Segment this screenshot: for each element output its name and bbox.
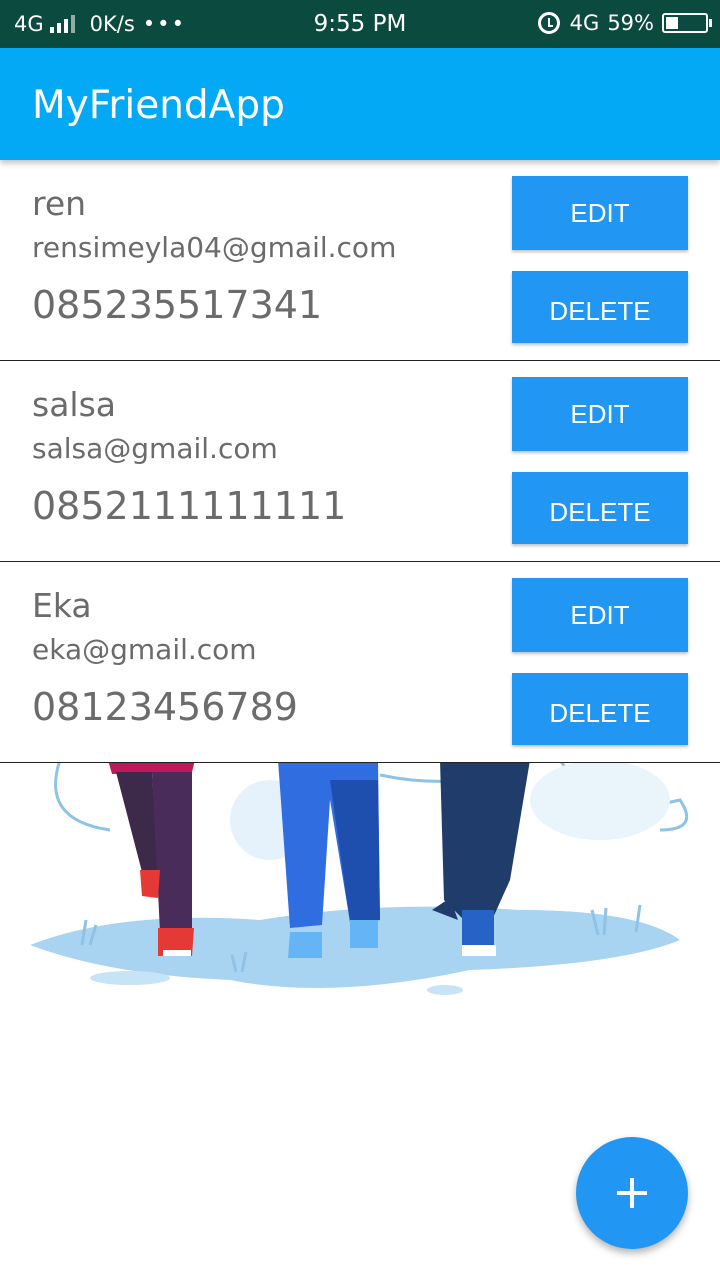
friend-row: ren rensimeyla04@gmail.com 085235517341 … <box>0 160 720 361</box>
app-bar: MyFriendApp <box>0 48 720 160</box>
friend-email: rensimeyla04@gmail.com <box>32 231 397 264</box>
friend-phone: 08123456789 <box>32 685 298 729</box>
friend-list: ren rensimeyla04@gmail.com 085235517341 … <box>0 160 720 763</box>
friends-walking-illustration <box>30 760 689 995</box>
app-title: MyFriendApp <box>32 83 285 128</box>
friend-phone: 085235517341 <box>32 283 323 327</box>
friend-email: salsa@gmail.com <box>32 432 278 465</box>
add-friend-button[interactable] <box>576 1137 688 1249</box>
friend-row: Eka eka@gmail.com 08123456789 EDIT DELET… <box>0 562 720 763</box>
delete-button[interactable]: DELETE <box>512 673 688 745</box>
edit-button[interactable]: EDIT <box>512 578 688 652</box>
friend-phone: 0852111111111 <box>32 484 347 528</box>
status-right: 4G 59% <box>537 11 712 35</box>
friend-row: salsa salsa@gmail.com 0852111111111 EDIT… <box>0 361 720 562</box>
plus-icon <box>617 1178 647 1208</box>
battery-icon <box>662 13 712 33</box>
friend-email: eka@gmail.com <box>32 633 257 666</box>
edit-button[interactable]: EDIT <box>512 176 688 250</box>
friend-name: Eka <box>32 586 92 625</box>
friend-name: ren <box>32 184 87 223</box>
battery-percent: 59% <box>607 11 654 35</box>
delete-button[interactable]: DELETE <box>512 271 688 343</box>
status-bar: 4G 0K/s ••• 9:55 PM 4G 59% <box>0 0 720 48</box>
delete-button[interactable]: DELETE <box>512 472 688 544</box>
network-type-right: 4G <box>569 11 600 35</box>
edit-button[interactable]: EDIT <box>512 377 688 451</box>
alarm-icon <box>537 12 560 34</box>
friend-name: salsa <box>32 385 116 424</box>
